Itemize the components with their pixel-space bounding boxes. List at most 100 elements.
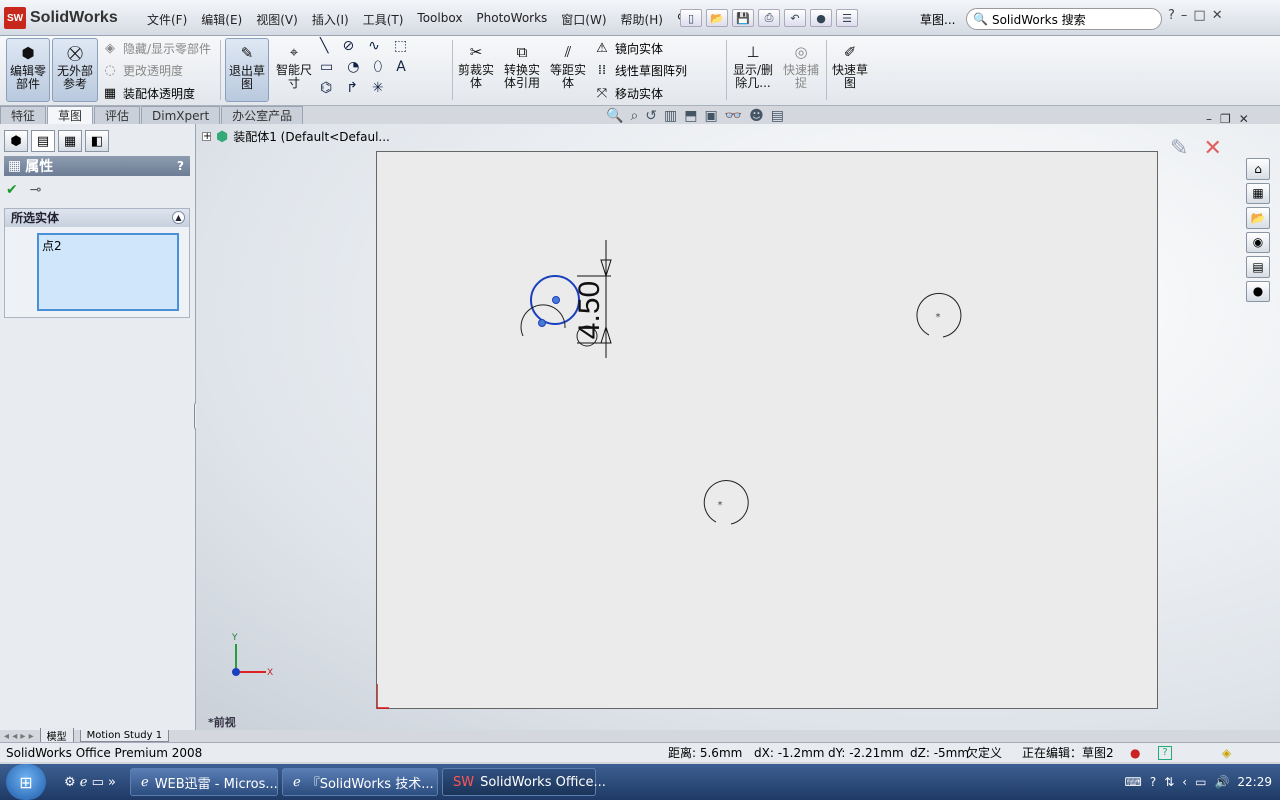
appearances-icon[interactable]: ● [1246,280,1270,302]
expand-icon[interactable]: + [202,132,211,142]
line-icon[interactable]: ╲ [320,38,328,54]
hide-show-button[interactable]: ◈ 隐藏/显示零部件 [102,38,211,58]
doc-restore-icon[interactable]: ❐ [1220,112,1231,126]
tab-office-products[interactable]: 办公室产品 [221,106,304,124]
rectangle-icon[interactable]: ▭ [320,59,333,75]
print-icon[interactable]: ⎙ [758,9,780,27]
quick-launch-icons[interactable]: ⚙ ℯ ▭ » [64,775,116,790]
linear-pattern-button[interactable]: ⁞⁞ 线性草图阵列 [594,60,687,80]
minimize-icon[interactable]: – [1181,8,1188,23]
appearance-icon[interactable]: ☻ [749,108,764,124]
tab-features[interactable]: 特征 [0,106,47,124]
edit-part-button[interactable]: ⬢ 编辑零部件 [6,38,50,102]
menu-toolbox[interactable]: Toolbox [410,11,469,28]
rebuild-icon[interactable]: ● [810,9,832,27]
file-explorer-icon[interactable]: 📂 [1246,207,1270,229]
previous-view-icon[interactable]: ↺ [645,108,657,124]
change-transparency-button[interactable]: ◌ 更改透明度 [102,60,183,80]
menu-tools[interactable]: 工具(T) [356,11,411,28]
section-view-icon[interactable]: ▥ [664,108,677,124]
rapid-sketch-button[interactable]: ✐ 快速草图 [830,38,870,102]
network-icon[interactable]: ⇅ [1164,775,1174,789]
cancel-x-icon[interactable]: ✕ [1203,136,1221,161]
tab-scroll-icon[interactable]: ◂ ◂ ▸ ▸ [4,731,34,742]
display-style-icon[interactable]: ▣ [704,108,717,124]
polygon-icon[interactable]: ⌬ [320,80,332,96]
point-icon[interactable]: ✳ [372,80,384,96]
doc-close-icon[interactable]: ✕ [1239,112,1249,126]
help-icon[interactable]: ? [1168,8,1175,23]
dimension-value[interactable]: 4.50 [573,281,606,339]
help-status-icon[interactable]: ? [1158,745,1172,760]
pushpin-icon[interactable]: ⊸ [30,182,42,198]
ellipse-icon[interactable]: ⬯ [373,59,382,75]
ok-checkmark-icon[interactable]: ✔ [6,182,18,198]
scene-icon[interactable]: ▤ [771,108,784,124]
arrow-left-icon[interactable]: ‹ [1182,775,1187,789]
collapse-chevron-icon[interactable]: ▲ [172,211,185,224]
property-manager-tab-icon[interactable]: ▤ [31,130,55,152]
help-tray-icon[interactable]: ? [1150,775,1156,789]
menu-file[interactable]: 文件(F) [140,11,194,28]
rebuild-status-icon[interactable]: ● [1130,746,1140,760]
menu-insert[interactable]: 插入(I) [305,11,356,28]
mirror-button[interactable]: ⚠ 镜向实体 [594,38,663,58]
menu-view[interactable]: 视图(V) [249,11,305,28]
taskbar-item-active[interactable]: SW SolidWorks Office... [441,768,606,796]
config-manager-tab-icon[interactable]: ▦ [58,130,82,152]
taskbar-item[interactable]: ℯ 『SolidWorks 技术... [281,768,438,796]
doc-minimize-icon[interactable]: – [1206,112,1212,126]
selected-entities-header[interactable]: 所选实体 ▲ [5,209,189,227]
circle-icon[interactable]: ⊘ [342,38,354,54]
hide-show-items-icon[interactable]: 👓 [725,108,742,124]
maximize-icon[interactable]: □ [1193,8,1205,23]
assembly-root-label[interactable]: 装配体1 (Default<Defaul... [233,128,390,145]
zoom-to-fit-icon[interactable]: 🔍 [606,108,623,124]
exit-sketch-button[interactable]: ✎ 退出草图 [225,38,269,102]
view-orientation-icon[interactable]: ⬒ [684,108,697,124]
sketch-point[interactable] [538,319,546,327]
no-external-ref-button[interactable]: ⛒ 无外部参考 [52,38,98,102]
rect-dash-icon[interactable]: ⬚ [394,38,407,54]
center-point-selected[interactable] [552,296,560,304]
undo-icon[interactable]: ↶ [784,9,806,27]
offset-button[interactable]: ⫽ 等距实体 [548,38,588,102]
property-help-icon[interactable]: ? [177,159,184,173]
monitor-icon[interactable]: ▭ [1195,775,1206,789]
start-button[interactable]: ⊞ [6,764,46,800]
show-delete-relations-button[interactable]: ⊥ 显示/删除几... [730,38,776,102]
quick-sketch-label[interactable]: 草图... [920,11,955,28]
menu-photoworks[interactable]: PhotoWorks [469,11,554,28]
volume-icon[interactable]: 🔊 [1214,775,1229,789]
quick-snaps-button[interactable]: ◎ 快速捕捉 [780,38,822,102]
arc-icon[interactable]: ◔ [347,59,359,75]
tab-motion-study[interactable]: Motion Study 1 [79,730,170,742]
open-folder-icon[interactable]: 📂 [706,9,728,27]
menu-edit[interactable]: 编辑(E) [194,11,249,28]
move-entities-button[interactable]: ⤧ 移动实体 [594,83,663,103]
display-manager-tab-icon[interactable]: ◧ [85,130,109,152]
fillet-icon[interactable]: ↱ [346,80,358,96]
assembly-transparency-button[interactable]: ▦ 装配体透明度 [102,83,195,103]
taskbar-item[interactable]: ℯ WEB迅雷 - Micros... [129,768,278,796]
feature-tree-tab-icon[interactable]: ⬢ [4,130,28,152]
convert-entities-button[interactable]: ⧉ 转换实体引用 [500,38,544,102]
view-palette-icon[interactable]: ▤ [1246,256,1270,278]
home-icon[interactable]: ⌂ [1246,158,1270,180]
search-box[interactable]: 🔍 SolidWorks 搜索 [966,8,1162,30]
sketch-circle-bottom[interactable] [703,480,749,525]
selected-entities-list[interactable]: 点2 [37,233,179,311]
menu-window[interactable]: 窗口(W) [554,11,613,28]
tab-evaluate[interactable]: 评估 [94,106,141,124]
clock[interactable]: 22:29 [1237,775,1272,789]
menu-help[interactable]: 帮助(H) [614,11,670,28]
save-icon[interactable]: 💾 [732,9,754,27]
app-logo[interactable]: SW SolidWorks [4,6,118,30]
new-document-icon[interactable]: ▯ [680,9,702,27]
trim-button[interactable]: ✂ 剪裁实体 [456,38,496,102]
close-icon[interactable]: ✕ [1212,8,1223,23]
tag-icon[interactable]: ◈ [1222,746,1231,760]
sketch-sheet[interactable]: 4.50 * * [376,151,1158,709]
zoom-area-icon[interactable]: ⌕ [630,108,638,124]
smart-dimension-button[interactable]: ⌖ 智能尺寸 [272,38,316,102]
